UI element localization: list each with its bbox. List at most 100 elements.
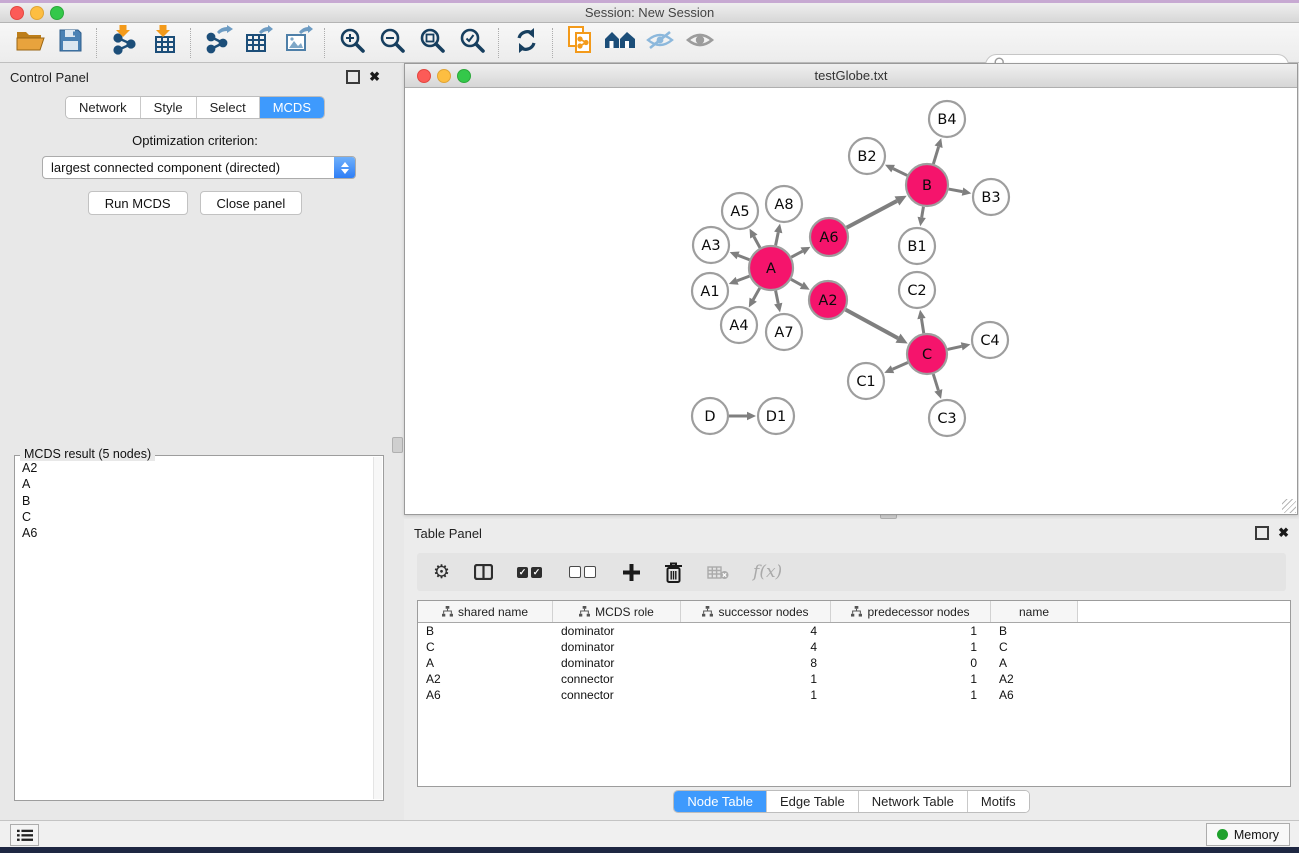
graph-edge-C-C4[interactable] <box>947 346 961 349</box>
zoom-out-button[interactable] <box>372 26 412 60</box>
tab-network-table[interactable]: Network Table <box>859 791 968 812</box>
first-neighbors-button[interactable] <box>600 26 640 60</box>
edge-arrowhead <box>747 412 756 420</box>
graph-edge-A2-C[interactable] <box>846 310 898 339</box>
column-header-shared-name[interactable]: shared name <box>418 601 553 622</box>
control-panel: Control Panel ✖ Network Style Select MCD… <box>0 63 391 820</box>
deselect-all-checkboxes-icon[interactable] <box>569 566 599 578</box>
float-panel-icon[interactable] <box>346 70 360 84</box>
graph-edge-C-C1[interactable] <box>893 362 908 369</box>
network-window-title: testGlobe.txt <box>405 68 1297 83</box>
tab-style[interactable]: Style <box>141 97 197 118</box>
export-network-button[interactable] <box>198 26 238 60</box>
graph-edge-A-A2[interactable] <box>791 279 802 285</box>
table-row[interactable]: C dominator 4 1 C <box>418 639 1290 655</box>
export-table-icon <box>243 25 273 60</box>
criterion-dropdown[interactable]: largest connected component (directed) <box>42 156 356 179</box>
mcds-result-item[interactable]: A <box>22 476 373 492</box>
close-panel-button[interactable]: Close panel <box>200 191 303 215</box>
tab-select[interactable]: Select <box>197 97 260 118</box>
refresh-icon <box>513 27 540 59</box>
close-panel-icon[interactable]: ✖ <box>1278 528 1289 538</box>
graph-node-label: C <box>922 347 932 363</box>
tab-network[interactable]: Network <box>66 97 141 118</box>
show-column-icon[interactable] <box>474 564 493 580</box>
graph-edge-A-A3[interactable] <box>738 255 749 259</box>
import-network-button[interactable] <box>104 26 144 60</box>
graph-edge-B-B2[interactable] <box>893 169 907 176</box>
split-grip[interactable] <box>392 437 403 453</box>
mcds-result-box: MCDS result (5 nodes) A2 A B C A6 <box>14 455 384 801</box>
graph-edge-A6-B[interactable] <box>847 201 897 228</box>
graph-node-label: A <box>766 261 776 277</box>
column-header-mcds-role[interactable]: MCDS role <box>553 601 681 622</box>
table-toolbar: ⚙ ✓✓ f(x) <box>417 553 1286 591</box>
table-row[interactable]: B dominator 4 1 B <box>418 623 1290 639</box>
run-mcds-button[interactable]: Run MCDS <box>88 191 188 215</box>
graph-edge-A-A6[interactable] <box>791 251 802 257</box>
open-file-button[interactable] <box>10 26 50 60</box>
mcds-result-item[interactable]: B <box>22 493 373 509</box>
memory-button[interactable]: Memory <box>1206 823 1290 846</box>
mcds-result-item[interactable]: A2 <box>22 460 373 476</box>
graph-edge-A-A1[interactable] <box>737 276 749 281</box>
graph-edge-B-B4[interactable] <box>933 147 938 164</box>
node-table[interactable]: shared name MCDS role successor nodes pr… <box>417 600 1291 787</box>
mcds-result-title: MCDS result (5 nodes) <box>20 447 155 461</box>
graph-edge-B-B1[interactable] <box>922 207 924 218</box>
zoom-selected-button[interactable] <box>452 26 492 60</box>
zoom-fit-button[interactable] <box>412 26 452 60</box>
vertical-split-divider[interactable] <box>390 63 404 820</box>
tab-edge-table[interactable]: Edge Table <box>767 791 859 812</box>
table-row[interactable]: A2 connector 1 1 A2 <box>418 671 1290 687</box>
toolbar-separator <box>324 28 326 58</box>
zoom-out-icon <box>379 27 406 59</box>
delete-column-icon[interactable] <box>664 562 683 583</box>
graph-edge-A-A7[interactable] <box>776 291 779 304</box>
mcds-result-item[interactable]: C <box>22 509 373 525</box>
tab-node-table[interactable]: Node Table <box>674 791 767 812</box>
select-all-checkboxes-icon[interactable]: ✓✓ <box>517 567 545 578</box>
column-header-predecessor-nodes[interactable]: predecessor nodes <box>831 601 991 622</box>
close-panel-icon[interactable]: ✖ <box>369 72 380 82</box>
table-row[interactable]: A dominator 8 0 A <box>418 655 1290 671</box>
import-table-button[interactable] <box>144 26 184 60</box>
hide-selected-button[interactable] <box>640 26 680 60</box>
graph-node-label: A3 <box>701 238 720 254</box>
show-all-button[interactable] <box>680 26 720 60</box>
graph-edge-A-A4[interactable] <box>753 288 760 300</box>
tab-mcds[interactable]: MCDS <box>260 97 324 118</box>
add-column-icon[interactable] <box>623 564 640 581</box>
edge-arrowhead <box>774 224 782 234</box>
column-header-name[interactable]: name <box>991 601 1078 622</box>
save-session-button[interactable] <box>50 26 90 60</box>
export-image-button[interactable] <box>278 26 318 60</box>
tab-motifs[interactable]: Motifs <box>968 791 1029 812</box>
result-scrollbar[interactable] <box>373 457 382 799</box>
toolbar-separator <box>552 28 554 58</box>
mcds-result-list[interactable]: A2 A B C A6 <box>17 460 373 798</box>
zoom-in-button[interactable] <box>332 26 372 60</box>
graph-edge-C-C2[interactable] <box>921 319 923 334</box>
status-bar: Memory <box>0 820 1299 848</box>
new-network-from-selection-button[interactable] <box>560 26 600 60</box>
delete-table-icon[interactable] <box>707 565 729 580</box>
eye-slash-icon <box>645 28 675 57</box>
graph-edge-B-B3[interactable] <box>949 189 963 192</box>
network-window-titlebar[interactable]: testGlobe.txt <box>405 64 1297 88</box>
float-panel-icon[interactable] <box>1255 526 1269 540</box>
window-resize-grip[interactable] <box>1282 499 1296 513</box>
graph-edge-A-A5[interactable] <box>754 236 760 247</box>
task-history-button[interactable] <box>10 824 39 846</box>
function-builder-icon[interactable]: f(x) <box>753 562 782 582</box>
table-row[interactable]: A6 connector 1 1 A6 <box>418 687 1290 703</box>
network-graph-canvas[interactable]: B4B2BB3A8A5A6A3B1AC2A1A2A4A7C4CC1C3DD1 <box>405 88 1297 514</box>
graph-edge-C-C3[interactable] <box>933 374 938 390</box>
mcds-result-item[interactable]: A6 <box>22 525 373 541</box>
column-header-successor-nodes[interactable]: successor nodes <box>681 601 831 622</box>
settings-gear-icon[interactable]: ⚙ <box>433 561 450 584</box>
graph-edge-A-A8[interactable] <box>776 232 779 245</box>
graph-node-label: B2 <box>857 149 876 165</box>
export-table-button[interactable] <box>238 26 278 60</box>
apply-layout-button[interactable] <box>506 26 546 60</box>
